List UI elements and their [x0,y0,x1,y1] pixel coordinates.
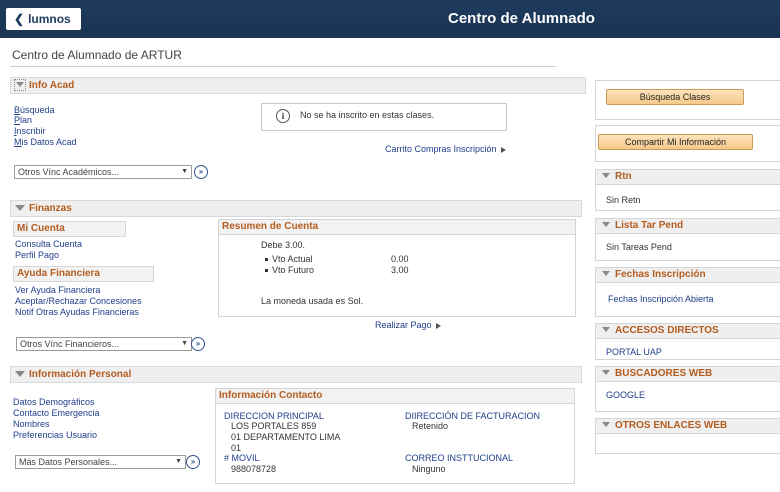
buscadores-web-header[interactable]: BUSCADORES WEB [596,367,780,382]
page-title: Centro de Alumnado [448,10,595,27]
vto-actual-value: 0.00 [391,254,409,264]
busqueda-clases-panel: Búsqueda Clases [595,80,780,120]
lista-tar-pend-value: Sin Tareas Pend [606,242,672,252]
select-value: Otros Vínc Académicos... [18,167,120,177]
arrow-right-icon [435,322,441,329]
select-value: Otros Vínc Financieros... [20,339,120,349]
section-title: Información Personal [29,369,132,380]
otros-enlaces-web-panel: OTROS ENLACES WEB [595,418,780,454]
accesos-directos-header[interactable]: ACCESOS DIRECTOS [596,324,780,339]
cart-link[interactable]: Carrito Compras Inscripción [385,144,506,154]
link-perfil-pago[interactable]: Perfil Pago [15,250,59,260]
currency-note: La moneda usada es Sol. [261,296,364,306]
movil-value: 988078728 [231,464,277,474]
portal-uap-link[interactable]: PORTAL UAP [606,347,662,357]
link-aceptar-rechazar[interactable]: Aceptar/Rechazar Concesiones [15,296,142,306]
otros-vinc-financieros-select[interactable]: Otros Vínc Financieros... ▼ [16,337,192,351]
back-button-label: lumnos [28,12,71,26]
informacion-contacto-header: Información Contacto [216,389,574,404]
informacion-contacto-panel: Información Contacto DIRECCION PRINCIPAL… [215,388,575,484]
correo-label: CORREO INSTTUCIONAL [405,453,514,463]
realizar-pago-label: Realizar Pago [375,320,432,330]
busqueda-clases-button[interactable]: Búsqueda Clases [606,89,744,105]
link-consulta-cuenta[interactable]: Consulta Cuenta [15,239,82,249]
info-icon: i [276,109,290,123]
collapse-icon[interactable] [602,327,610,333]
dropdown-arrow-icon: ▼ [181,168,188,175]
fechas-inscripcion-panel: Fechas Inscripción Fechas Inscripción Ab… [595,267,780,317]
compartir-panel: Compartir Mi Información [595,125,780,162]
section-info-acad-header[interactable]: Info Acad [10,77,586,94]
collapse-icon[interactable] [602,422,610,428]
go-button-financieros[interactable]: » [191,337,205,351]
dropdown-arrow-icon: ▼ [175,458,182,465]
google-link[interactable]: GOOGLE [606,390,645,400]
link-datos-demograficos[interactable]: Datos Demográficos [13,397,95,407]
dir-principal-line-2: 01 DEPARTAMENTO LIMA [231,432,341,442]
compartir-button[interactable]: Compartir Mi Información [598,134,753,150]
fechas-inscripcion-link[interactable]: Fechas Inscripción Abierta [608,294,714,304]
chevron-left-icon: ❮ [14,12,25,26]
dir-facturacion-value: Retenido [412,421,449,431]
link-busqueda[interactable]: Búsqueda [14,105,55,115]
vto-futuro-value: 3.00 [391,265,409,275]
mi-cuenta-header: Mi Cuenta [13,221,126,237]
correo-value: Ninguno [412,464,446,474]
movil-label: # MOVIL [224,453,260,463]
section-title: Info Acad [29,80,75,91]
section-title: Finanzas [29,203,72,214]
go-button-personales[interactable]: » [186,455,200,469]
notice-text: No se ha inscrito en estas clases. [300,110,435,120]
dir-principal-line-1: LOS PORTALES 859 [231,421,317,431]
link-contacto-emergencia[interactable]: Contacto Emergencia [13,408,100,418]
ayuda-financiera-header: Ayuda Financiera [13,266,154,282]
collapse-icon[interactable] [602,271,610,277]
rtn-value: Sin Retn [606,195,641,205]
vto-futuro-label: Vto Futuro [265,265,314,275]
dropdown-arrow-icon: ▼ [181,340,188,347]
arrow-right-icon [500,146,506,153]
link-ver-ayuda[interactable]: Ver Ayuda Financiera [15,285,100,295]
section-finanzas-header[interactable]: Finanzas [10,200,582,217]
link-notif-ayudas[interactable]: Notif Otras Ayudas Financieras [15,307,139,317]
top-bar: ❮ lumnos Centro de Alumnado [0,0,780,38]
rtn-header[interactable]: Rtn [596,170,780,185]
vto-actual-label: Vto Actual [265,254,313,264]
link-preferencias-usuario[interactable]: Preferencias Usuario [13,430,97,440]
dir-principal-label: DIRECCION PRINCIPAL [224,411,324,421]
collapse-icon[interactable] [14,79,26,92]
lista-tar-pend-header[interactable]: Lista Tar Pend [596,219,780,234]
link-nombres[interactable]: Nombres [13,419,50,429]
collapse-icon[interactable] [602,222,610,228]
section-info-personal-header[interactable]: Información Personal [10,366,582,383]
dir-principal-line-3: 01 [231,443,242,453]
collapse-icon[interactable] [602,173,610,179]
otros-enlaces-web-header[interactable]: OTROS ENLACES WEB [596,419,780,434]
back-button[interactable]: ❮ lumnos [6,8,81,30]
page-subtitle: Centro de Alumnado de ARTUR [12,48,182,62]
link-plan[interactable]: Plan [14,115,32,125]
collapse-icon[interactable] [15,204,25,211]
link-inscribir[interactable]: Inscribir [14,126,46,136]
lista-tar-pend-panel: Lista Tar Pend Sin Tareas Pend [595,218,780,261]
divider [10,66,556,67]
enrollment-notice: i No se ha inscrito en estas clases. [261,103,507,131]
otros-vinc-academicos-select[interactable]: Otros Vínc Académicos... ▼ [14,165,192,179]
fechas-inscripcion-header[interactable]: Fechas Inscripción [596,268,780,283]
link-mis-datos-acad[interactable]: Mis Datos Acad [14,137,77,147]
go-button-academicos[interactable]: » [194,165,208,179]
rtn-panel: Rtn Sin Retn [595,169,780,211]
realizar-pago-link[interactable]: Realizar Pago [375,320,441,330]
mas-datos-personales-select[interactable]: Más Datos Personales... ▼ [15,455,186,469]
resumen-cuenta-header: Resumen de Cuenta [219,220,575,235]
dir-facturacion-label: DIIRECCIÓN DE FACTURACION [405,411,541,421]
buscadores-web-panel: BUSCADORES WEB GOOGLE [595,366,780,412]
resumen-cuenta-panel: Resumen de Cuenta Debe 3.00. Vto Actual … [218,219,576,317]
cart-link-label: Carrito Compras Inscripción [385,144,497,154]
debe-text: Debe 3.00. [261,240,306,250]
collapse-icon[interactable] [15,370,25,377]
accesos-directos-panel: ACCESOS DIRECTOS PORTAL UAP [595,323,780,360]
collapse-icon[interactable] [602,370,610,376]
select-value: Más Datos Personales... [19,457,118,467]
